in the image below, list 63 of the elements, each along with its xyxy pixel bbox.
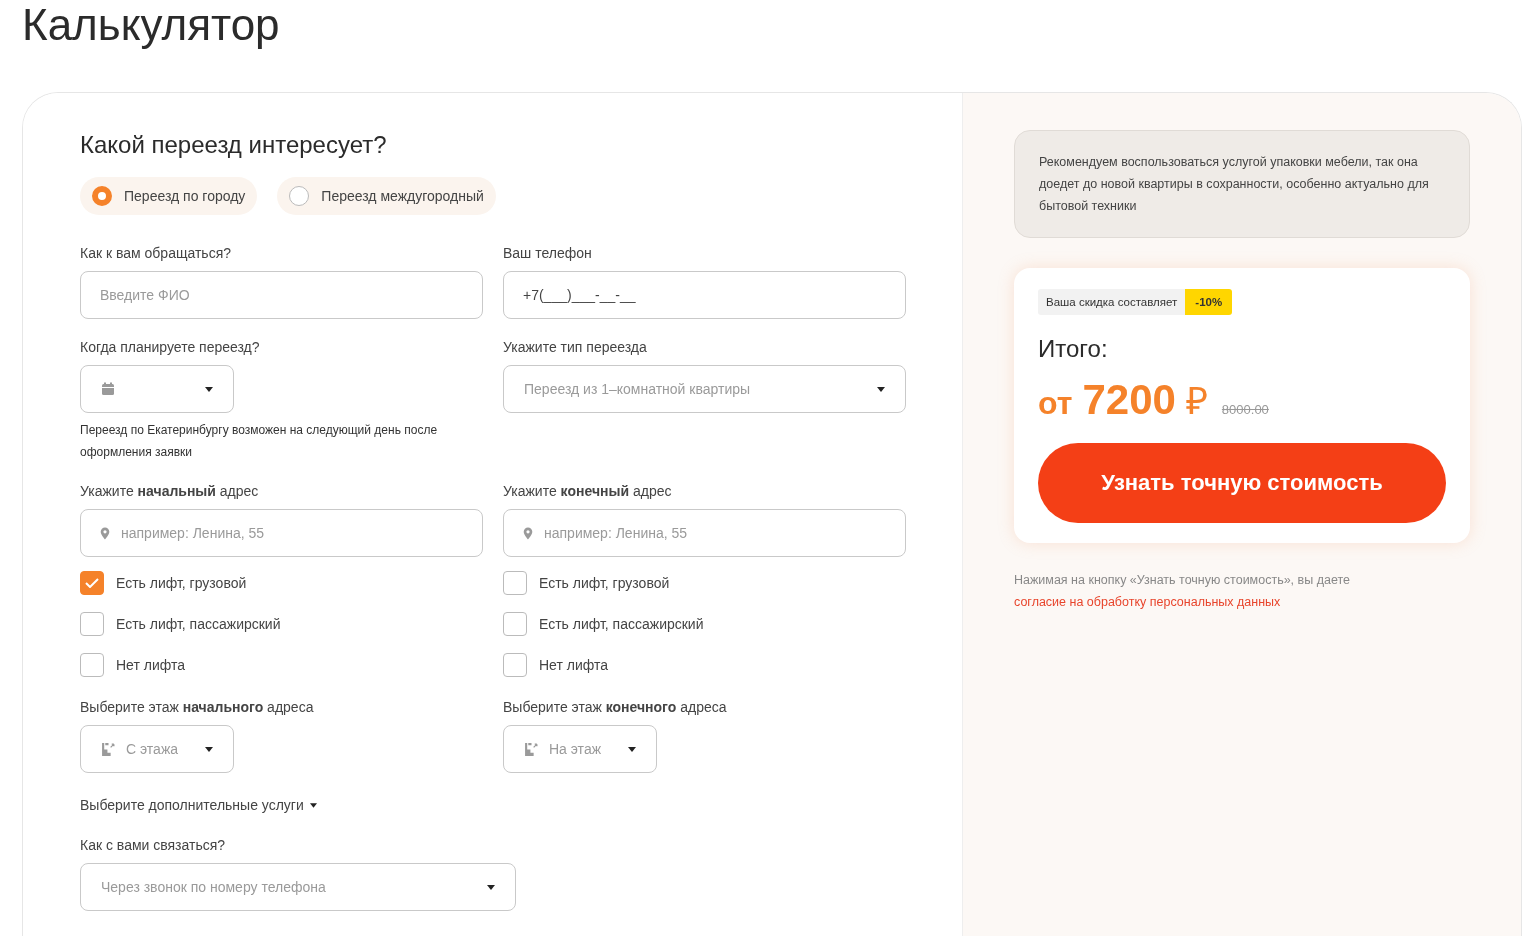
date-note: Переезд по Екатеринбургу возможен на следующий день после оформления заявки — [80, 422, 439, 461]
radio-label: Переезд по городу — [124, 188, 246, 204]
field-label: Ваш телефон — [503, 245, 593, 261]
name-input[interactable]: Введите ФИО — [80, 271, 483, 319]
checkbox[interactable] — [503, 653, 527, 677]
currency-sign: ₽ — [1185, 379, 1208, 424]
section-heading: Какой переезд интересует? — [80, 131, 388, 159]
caret-icon — [628, 746, 636, 752]
checkbox[interactable] — [503, 612, 527, 636]
page-title: Калькулятор — [22, 0, 281, 51]
caret-icon — [205, 746, 213, 752]
field-label: Как с вами связаться? — [80, 837, 227, 853]
checkbox[interactable] — [80, 571, 104, 595]
discount-badge: -10% — [1185, 289, 1233, 315]
move-type-radio[interactable]: Переезд междугородный — [277, 177, 496, 215]
field-label: Когда планируете переезд? — [80, 339, 261, 355]
checkbox[interactable] — [80, 653, 104, 677]
field-label: Укажите начальный адрес — [80, 483, 260, 499]
stairs-icon — [101, 741, 116, 757]
field-label: Укажите тип переезда — [503, 339, 648, 355]
price-value: 7200 — [1082, 376, 1176, 424]
field-label: Выберите этаж начального адреса — [80, 699, 315, 715]
old-price: 8000.00 — [1221, 402, 1269, 417]
price-prefix: от — [1038, 385, 1073, 422]
tip-text: Рекомендуем воспользоваться услугой упаковки мебели, так она доедет до новой квартиры в сохранности, особенно актуально для бытовой техники — [1039, 154, 1430, 215]
contact-method-select[interactable]: Через звонок по номеру телефона — [80, 863, 516, 911]
location-pin-icon — [523, 527, 533, 540]
checkbox-label: Есть лифт, пассажирский — [539, 616, 704, 632]
checkbox-label: Есть лифт, грузовой — [116, 575, 247, 591]
radio-label: Переезд междугородный — [321, 188, 484, 204]
calendar-icon — [101, 382, 115, 396]
discount-label: Ваша скидка составляет — [1038, 289, 1186, 315]
caret-icon — [309, 802, 317, 808]
address-input[interactable]: например: Ленина, 55 — [503, 509, 906, 557]
checkbox-label: Нет лифта — [539, 657, 608, 673]
move-type-select[interactable]: Переезд из 1–комнатной квартиры — [503, 365, 906, 413]
consent-text: Нажимая на кнопку «Узнать точную стоимость», вы даете согласие на обработку персональных данных — [1014, 572, 1351, 611]
field-label: Укажите конечный адрес — [503, 483, 673, 499]
stairs-icon — [524, 741, 539, 757]
date-picker[interactable] — [80, 365, 234, 413]
location-pin-icon — [100, 527, 110, 540]
caret-icon — [877, 386, 885, 392]
checkbox-label: Есть лифт, пассажирский — [116, 616, 281, 632]
checkmark-icon — [85, 578, 99, 588]
move-type-radio[interactable]: Переезд по городу — [80, 177, 258, 215]
field-label: Выберите этаж конечного адреса — [503, 699, 728, 715]
checkbox[interactable] — [80, 612, 104, 636]
floor-select[interactable]: На этаж — [503, 725, 657, 773]
extra-services-toggle[interactable]: Выберите дополнительные услуги — [80, 797, 317, 813]
caret-icon — [205, 386, 213, 392]
field-label: Как к вам обращаться? — [80, 245, 232, 261]
checkbox-label: Есть лифт, грузовой — [539, 575, 670, 591]
radio-circle[interactable] — [92, 186, 112, 206]
floor-select[interactable]: С этажа — [80, 725, 234, 773]
consent-link[interactable]: согласие на обработку персональных данных — [1014, 595, 1281, 609]
total-label: Итого: — [1038, 335, 1109, 363]
caret-icon — [487, 884, 495, 890]
checkbox-label: Нет лифта — [116, 657, 185, 673]
get-price-button[interactable]: Узнать точную стоимость — [1038, 443, 1446, 523]
radio-circle[interactable] — [289, 186, 310, 206]
phone-input[interactable]: +7(___)___-__-__ — [503, 271, 906, 319]
checkbox[interactable] — [503, 571, 527, 595]
address-input[interactable]: например: Ленина, 55 — [80, 509, 483, 557]
